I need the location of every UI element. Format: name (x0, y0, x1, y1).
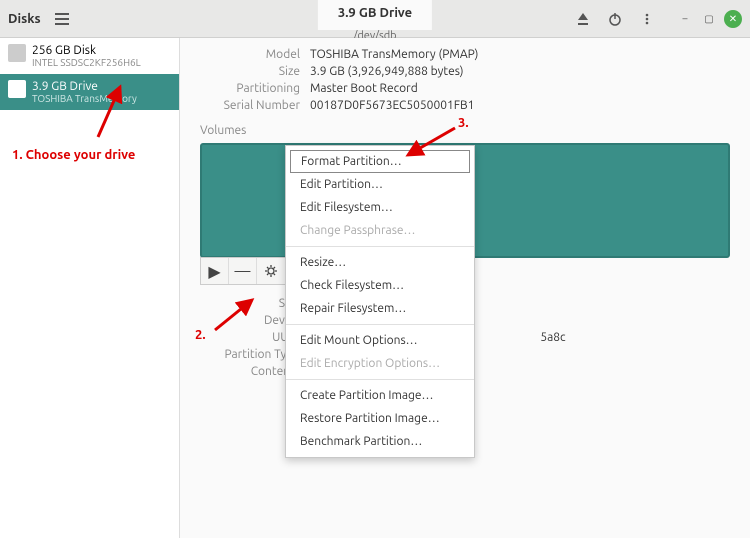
menu-separator (286, 379, 474, 380)
hamburger-menu-button[interactable] (49, 6, 75, 32)
value-model: TOSHIBA TransMemory (PMAP) (310, 48, 478, 61)
mount-button[interactable]: ▶ (201, 258, 229, 284)
value-uuid-tail: 5a8c (540, 331, 565, 344)
titlebar: Disks 3.9 GB Drive /dev/sdb – ▢ ✕ (0, 0, 750, 38)
menu-separator (286, 246, 474, 247)
drive-item-256gb[interactable]: 256 GB Disk INTEL SSDSC2KF256H6L (0, 38, 179, 74)
label-size: Size (200, 65, 300, 78)
menu-separator (286, 324, 474, 325)
annotation-arrow-1 (90, 82, 130, 142)
delete-partition-button[interactable]: — (229, 258, 257, 284)
menu-edit-mount-options[interactable]: Edit Mount Options… (286, 329, 474, 352)
title-center: 3.9 GB Drive /dev/sdb (318, 0, 432, 42)
value-partitioning: Master Boot Record (310, 82, 418, 95)
menu-change-passphrase: Change Passphrase… (286, 219, 474, 242)
maximize-button[interactable]: ▢ (700, 10, 718, 28)
drive-title: 3.9 GB Drive (318, 0, 432, 30)
label-partitioning: Partitioning (200, 82, 300, 95)
menu-edit-encryption-options: Edit Encryption Options… (286, 352, 474, 375)
drive-name: 256 GB Disk (32, 44, 141, 57)
menu-benchmark-partition[interactable]: Benchmark Partition… (286, 430, 474, 453)
minimize-button[interactable]: – (676, 10, 694, 28)
menu-restore-partition-image[interactable]: Restore Partition Image… (286, 407, 474, 430)
label-serial: Serial Number (200, 99, 300, 112)
kebab-menu-button[interactable] (634, 6, 660, 32)
volumes-header: Volumes (200, 124, 730, 137)
volume-toolbar: ▶ — (200, 257, 286, 285)
drive-detail: INTEL SSDSC2KF256H6L (32, 57, 141, 68)
menu-edit-partition[interactable]: Edit Partition… (286, 173, 474, 196)
annotation-arrow-2 (210, 295, 260, 335)
value-size: 3.9 GB (3,926,949,888 bytes) (310, 65, 464, 78)
menu-check-filesystem[interactable]: Check Filesystem… (286, 274, 474, 297)
annotation-arrow-3 (400, 125, 460, 160)
usb-icon (8, 80, 26, 98)
menu-edit-filesystem[interactable]: Edit Filesystem… (286, 196, 474, 219)
menu-resize[interactable]: Resize… (286, 251, 474, 274)
disk-icon (8, 44, 26, 62)
gear-popup-menu: Format Partition… Edit Partition… Edit F… (285, 145, 475, 458)
label-model: Model (200, 48, 300, 61)
app-title: Disks (8, 12, 41, 26)
eject-button[interactable] (570, 6, 596, 32)
gear-button[interactable] (257, 258, 285, 284)
menu-repair-filesystem[interactable]: Repair Filesystem… (286, 297, 474, 320)
close-button[interactable]: ✕ (724, 10, 742, 28)
menu-create-partition-image[interactable]: Create Partition Image… (286, 384, 474, 407)
value-serial: 00187D0F5673EC5050001FB1 (310, 99, 474, 112)
power-button[interactable] (602, 6, 628, 32)
